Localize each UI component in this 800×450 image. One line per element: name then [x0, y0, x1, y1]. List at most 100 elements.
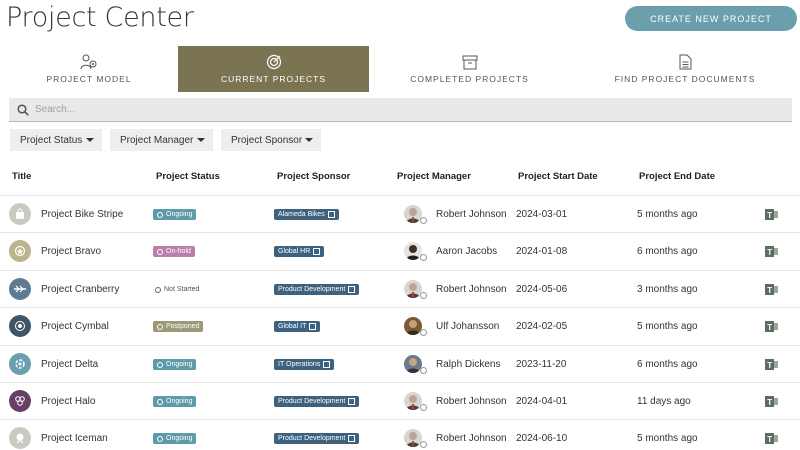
end-date: 6 months ago [637, 359, 698, 370]
svg-text:T: T [767, 286, 772, 295]
table-row[interactable]: Project Halo Ongoing Product Development… [0, 382, 800, 419]
table-header: Title Project Status Project Sponsor Pro… [0, 171, 800, 183]
sponsor-badge[interactable]: Global HR [274, 246, 325, 257]
project-logo-icon [9, 353, 31, 375]
project-title[interactable]: Project Halo [41, 383, 95, 420]
end-date: 3 months ago [637, 284, 698, 295]
external-link-icon [327, 211, 335, 218]
status-dot-icon [157, 211, 163, 218]
status-dot-icon [155, 286, 161, 293]
tab-label: FIND PROJECT DOCUMENTS [614, 74, 756, 84]
sponsor-badge[interactable]: Product Development [274, 396, 360, 407]
teams-icon[interactable]: T [765, 245, 778, 258]
search-input[interactable] [35, 104, 735, 115]
end-date: 5 months ago [637, 321, 698, 332]
project-title[interactable]: Project Cranberry [41, 271, 119, 308]
status-cell: Ongoing [153, 420, 197, 450]
page-title: Project Center [6, 2, 194, 33]
tab-project-model[interactable]: PROJECT MODEL [0, 46, 178, 92]
teams-icon[interactable]: T [765, 358, 778, 371]
tab-bar: PROJECT MODEL CURRENT PROJECTS COMPLETED… [0, 46, 800, 92]
presence-status-icon [420, 441, 427, 448]
presence-status-icon [420, 217, 427, 224]
status-badge: Ongoing [153, 359, 197, 370]
status-label: Ongoing [166, 398, 193, 405]
tab-find-project-documents[interactable]: FIND PROJECT DOCUMENTS [570, 46, 800, 92]
status-cell: Ongoing [153, 346, 197, 383]
svg-text:T: T [767, 211, 772, 220]
status-dot-icon [157, 435, 163, 442]
status-dot-icon [157, 398, 163, 405]
teams-icon[interactable]: T [765, 320, 778, 333]
status-label: Postponed [166, 323, 200, 330]
start-date: 2024-02-05 [516, 321, 568, 332]
start-date: 2024-05-06 [516, 284, 568, 295]
teams-icon[interactable]: T [765, 395, 778, 408]
column-header-sponsor[interactable]: Project Sponsor [277, 171, 350, 182]
start-date: 2024-04-01 [516, 396, 568, 407]
external-link-icon [313, 248, 321, 255]
manager-name: Robert Johnson [436, 209, 507, 220]
sponsor-cell: Product Development [274, 383, 360, 420]
chevron-down-icon [86, 138, 94, 142]
column-header-status[interactable]: Project Status [156, 171, 220, 182]
project-logo-icon [9, 278, 31, 300]
teams-icon[interactable]: T [765, 432, 778, 445]
tab-completed-projects[interactable]: COMPLETED PROJECTS [369, 46, 570, 92]
sponsor-label: Product Development [278, 398, 346, 405]
column-header-start-date[interactable]: Project Start Date [518, 171, 598, 182]
project-title[interactable]: Project Cymbal [41, 308, 109, 345]
sponsor-badge[interactable]: Global IT [274, 321, 321, 332]
project-sponsor-filter[interactable]: Project Sponsor [221, 129, 321, 151]
column-header-manager[interactable]: Project Manager [397, 171, 471, 182]
project-status-filter[interactable]: Project Status [10, 129, 102, 151]
filter-label: Project Status [20, 134, 83, 146]
chevron-down-icon [197, 138, 205, 142]
sponsor-badge[interactable]: IT Operations [274, 359, 335, 370]
project-title[interactable]: Project Bravo [41, 233, 101, 270]
table-row[interactable]: Project Bravo On-hold Global HR Aaron Ja… [0, 232, 800, 269]
status-label: Not Started [164, 286, 200, 293]
people-gear-icon [80, 54, 98, 70]
external-link-icon [323, 361, 331, 368]
sponsor-label: Product Development [278, 286, 346, 293]
status-label: Ongoing [166, 361, 193, 368]
sponsor-cell: Global HR [274, 233, 325, 270]
project-title[interactable]: Project Delta [41, 346, 98, 383]
sponsor-label: Global IT [278, 323, 307, 330]
column-header-title[interactable]: Title [12, 171, 31, 182]
table-row[interactable]: Project Cranberry Not Started Product De… [0, 270, 800, 307]
sponsor-badge[interactable]: Product Development [274, 433, 360, 444]
manager-name: Robert Johnson [436, 433, 507, 444]
start-date: 2024-03-01 [516, 209, 568, 220]
status-cell: Postponed [153, 308, 204, 345]
table-row[interactable]: Project Iceman Ongoing Product Developme… [0, 419, 800, 450]
project-title[interactable]: Project Iceman [41, 420, 108, 450]
table-row[interactable]: Project Cymbal Postponed Global IT Ulf J… [0, 307, 800, 344]
manager-name: Robert Johnson [436, 396, 507, 407]
column-header-end-date[interactable]: Project End Date [639, 171, 715, 182]
filter-label: Project Sponsor [231, 134, 303, 146]
filter-label: Project Manager [120, 134, 194, 146]
sponsor-label: IT Operations [278, 361, 321, 368]
project-title[interactable]: Project Bike Stripe [41, 196, 123, 233]
svg-text:T: T [767, 323, 772, 332]
external-link-icon [348, 286, 356, 293]
sponsor-badge[interactable]: Product Development [274, 284, 360, 295]
teams-icon[interactable]: T [765, 283, 778, 296]
table-row[interactable]: Project Bike Stripe Ongoing Alameda Bike… [0, 195, 800, 232]
status-badge: On-hold [153, 246, 195, 257]
svg-text:T: T [767, 361, 772, 370]
sponsor-badge[interactable]: Alameda Bikes [274, 209, 339, 220]
status-label: On-hold [166, 248, 191, 255]
project-logo-icon [9, 427, 31, 449]
tab-current-projects[interactable]: CURRENT PROJECTS [178, 46, 369, 92]
presence-status-icon [420, 404, 427, 411]
external-link-icon [348, 435, 356, 442]
end-date: 5 months ago [637, 433, 698, 444]
table-row[interactable]: Project Delta Ongoing IT Operations Ralp… [0, 345, 800, 382]
project-manager-filter[interactable]: Project Manager [110, 129, 213, 151]
manager-name: Aaron Jacobs [436, 246, 498, 257]
create-new-project-button[interactable]: CREATE NEW PROJECT [625, 6, 797, 31]
teams-icon[interactable]: T [765, 208, 778, 221]
